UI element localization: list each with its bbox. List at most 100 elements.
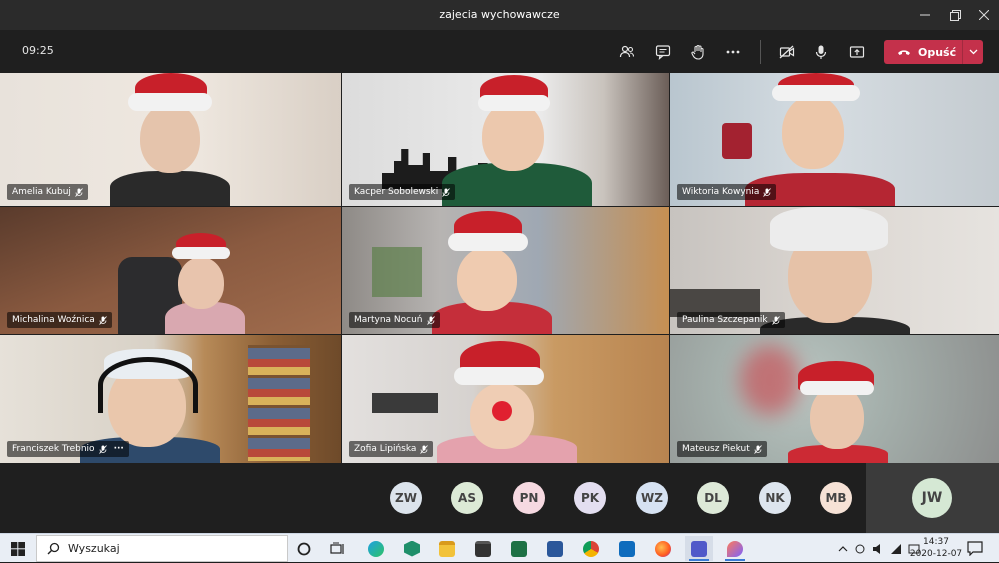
leave-options-button[interactable] xyxy=(962,40,983,64)
participant-label: Kacper Sobolewski xyxy=(349,184,456,200)
taskbar-teams[interactable] xyxy=(685,536,713,561)
taskbar-firefox[interactable] xyxy=(649,536,677,561)
mic-off-icon xyxy=(426,315,435,325)
taskbar-chrome[interactable] xyxy=(577,536,605,561)
participant-name: Franciszek Trebnio xyxy=(12,444,95,454)
share-screen-button[interactable] xyxy=(844,39,870,65)
clown-nose xyxy=(492,401,512,421)
minimize-button[interactable] xyxy=(908,0,942,30)
taskbar-word[interactable] xyxy=(541,536,569,561)
search-icon xyxy=(47,542,60,555)
app-icon xyxy=(727,540,743,557)
participant-name: Amelia Kubuj xyxy=(12,187,71,197)
mic-off-icon xyxy=(98,444,107,454)
leave-main[interactable]: Opuść xyxy=(884,40,962,64)
participant-avatar[interactable]: NK xyxy=(759,482,791,514)
participant-avatar[interactable]: AS xyxy=(451,482,483,514)
taskbar-store[interactable] xyxy=(469,536,497,561)
firefox-icon xyxy=(655,540,671,557)
winter-hat xyxy=(770,207,888,251)
camera-toggle-button[interactable] xyxy=(774,39,800,65)
participant-avatar[interactable]: WZ xyxy=(636,482,668,514)
video-tile[interactable]: Kacper Sobolewski xyxy=(342,73,669,206)
people-icon xyxy=(619,45,635,58)
clock-time: 14:37 xyxy=(923,537,949,547)
close-button[interactable] xyxy=(967,0,999,30)
tile-more-options[interactable]: ··· xyxy=(114,444,124,454)
task-view-button[interactable] xyxy=(290,536,318,561)
taskbar-clock[interactable]: 14:37 2020-12-07 xyxy=(908,536,964,560)
window-title: zajecia wychowawcze xyxy=(439,8,560,21)
participant-avatar[interactable]: ZW xyxy=(390,482,422,514)
person-face xyxy=(178,257,224,309)
video-tile[interactable]: Michalina Woźnica xyxy=(0,207,341,334)
microphone-icon xyxy=(815,45,827,59)
participant-avatar[interactable]: PK xyxy=(574,482,606,514)
mail-icon xyxy=(619,540,635,557)
person-body xyxy=(110,171,230,206)
leave-button[interactable]: Opuść xyxy=(884,40,983,64)
chrome-icon xyxy=(583,540,599,557)
self-view[interactable]: JW xyxy=(866,463,999,533)
video-tile[interactable]: Wiktoria Kowynia xyxy=(670,73,999,206)
hat-brim xyxy=(172,247,230,259)
participant-name: Martyna Nocuń xyxy=(354,315,423,325)
teams-icon xyxy=(691,540,707,557)
hat-brim xyxy=(128,93,212,111)
cortana-icon xyxy=(297,542,311,555)
participants-button[interactable] xyxy=(614,39,640,65)
participant-avatar-strip: ZW AS PN PK WZ DL NK MB JW xyxy=(0,463,999,533)
start-button[interactable] xyxy=(0,534,36,563)
close-icon xyxy=(979,10,989,20)
person-face xyxy=(140,103,200,173)
windows-taskbar: Wyszukaj 14:37 2020-12-07 xyxy=(0,533,999,562)
raise-hand-button[interactable] xyxy=(685,39,711,65)
taskbar-explorer[interactable] xyxy=(433,536,461,561)
headphones xyxy=(98,357,198,413)
chat-button[interactable] xyxy=(650,39,676,65)
video-tile[interactable]: Paulina Szczepanik xyxy=(670,207,999,334)
taskbar-mail[interactable] xyxy=(613,536,641,561)
taskbar-edge[interactable] xyxy=(362,536,390,561)
speaker-icon[interactable] xyxy=(872,543,884,555)
participant-label: Franciszek Trebnio ··· xyxy=(7,441,129,457)
taskbar-excel[interactable] xyxy=(505,536,533,561)
hat-brim xyxy=(772,85,860,101)
task-view-button[interactable] xyxy=(324,536,352,561)
person-face xyxy=(782,95,844,169)
edge-icon xyxy=(368,540,384,557)
cloud-icon[interactable] xyxy=(854,543,866,555)
chevron-up-icon[interactable] xyxy=(838,545,848,553)
active-indicator xyxy=(689,559,709,561)
microphone-button[interactable] xyxy=(808,39,834,65)
task-view-icon xyxy=(330,542,344,554)
minimize-icon xyxy=(920,14,930,16)
video-tile[interactable]: Martyna Nocuń xyxy=(342,207,669,334)
taskbar-search[interactable]: Wyszukaj xyxy=(36,535,288,562)
video-grid: Amelia Kubuj Kacper Sobolewski Wiktoria … xyxy=(0,73,999,463)
video-tile[interactable]: Zofia Lipińska xyxy=(342,335,669,463)
search-placeholder: Wyszukaj xyxy=(68,542,120,555)
notification-center-icon[interactable] xyxy=(966,540,984,556)
video-tile[interactable]: Franciszek Trebnio ··· xyxy=(0,335,341,463)
keyboard-instrument xyxy=(372,393,438,413)
network-icon[interactable] xyxy=(890,543,902,555)
participant-name: Wiktoria Kowynia xyxy=(682,187,760,197)
more-actions-button[interactable] xyxy=(720,39,746,65)
share-screen-icon xyxy=(849,46,865,58)
chat-icon xyxy=(655,45,671,60)
participant-avatar[interactable]: PN xyxy=(513,482,545,514)
meeting-toolbar: 09:25 Opuść xyxy=(0,30,999,73)
taskbar-app[interactable] xyxy=(398,536,426,561)
camera-off-icon xyxy=(779,45,795,59)
excel-icon xyxy=(511,540,527,557)
meeting-timer: 09:25 xyxy=(22,44,54,57)
video-tile[interactable]: Amelia Kubuj xyxy=(0,73,341,206)
person-face xyxy=(482,101,544,171)
chevron-down-icon xyxy=(969,49,977,55)
taskbar-app[interactable] xyxy=(721,536,749,561)
participant-avatar[interactable]: MB xyxy=(820,482,852,514)
video-tile[interactable]: Mateusz Piekut xyxy=(670,335,999,463)
leave-label: Opuść xyxy=(918,45,957,59)
participant-avatar[interactable]: DL xyxy=(697,482,729,514)
